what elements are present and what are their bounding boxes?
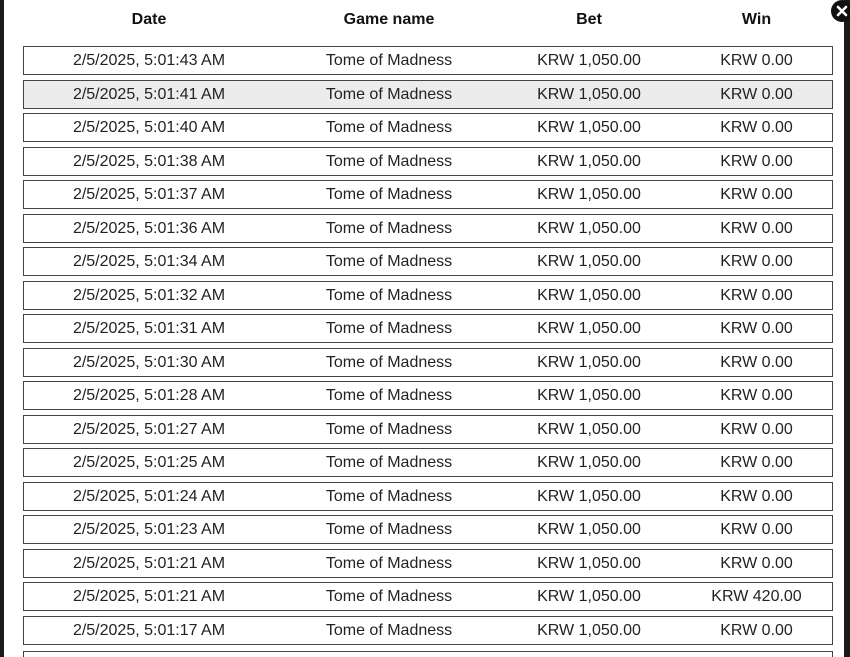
cell-win: KRW 0.00 [720,420,793,438]
table-row[interactable]: 2/5/2025, 5:01:31 AM Tome of Madness KRW 1… [23,314,833,343]
cell-win: KRW 0.00 [720,320,793,337]
cell-bet: KRW 1,050.00 [537,286,641,304]
header-win: Win [741,11,772,28]
cell-bet: KRW 1,050.00 [537,85,641,103]
table-row[interactable]: 2/5/2025, 5:01:41 AM Tome of Madness KRW 1… [23,79,833,109]
cell-win: KRW 420.00 [711,588,802,605]
cell-game-name: Tome of Madness [325,186,453,203]
cell-bet: KRW 1,050.00 [537,353,641,371]
table-row[interactable]: 2/5/2025, 5:01:21 AM Tome of Madness KRW 1… [23,582,833,611]
cell-game-name: Tome of Madness [325,219,453,237]
cell-date: 2/5/2025, 5:01:40 AM [72,119,226,136]
cell-win: KRW 0.00 [720,152,793,170]
cell-game-name: Tome of Madness [325,420,453,438]
cell-game-name: Tome of Madness [325,521,453,538]
cell-bet: KRW 1,050.00 [537,119,641,136]
table-row[interactable]: 2/5/2025, 5:01:17 AM Tome of Madness KRW 1… [23,615,833,645]
cell-date: 2/5/2025, 5:01:31 AM [72,320,226,337]
table-row[interactable]: 2/5/2025, 5:01:30 AM Tome of Madness KRW 1… [23,347,833,377]
cell-date: 2/5/2025, 5:01:43 AM [72,52,226,69]
cell-bet: KRW 1,050.00 [537,52,641,69]
cell-win: KRW 0.00 [720,119,793,136]
cell-bet: KRW 1,050.00 [537,152,641,170]
cell-date: 2/5/2025, 5:01:25 AM [72,454,226,471]
cell-date: 2/5/2025, 5:01:17 AM [72,621,226,639]
cell-date: 2/5/2025, 5:01:41 AM [72,85,226,103]
table-row[interactable]: 2/5/2025, 5:01:21 AM Tome of Madness KRW 1… [23,548,833,578]
cell-game-name: Tome of Madness [325,387,453,404]
cell-bet: KRW 1,050.00 [537,521,641,538]
cell-bet: KRW 1,050.00 [537,554,641,572]
cell-game-name: Tome of Madness [325,353,453,371]
table-row[interactable]: 2/5/2025, 5:01:27 AM Tome of Madness KRW 1… [23,414,833,444]
cell-win: KRW 0.00 [720,521,793,538]
cell-date: 2/5/2025, 5:01:36 AM [72,219,226,237]
header-bet: Bet [576,11,602,28]
table-header: Date Game name Bet Win [24,0,834,40]
cell-bet: KRW 1,050.00 [537,420,641,438]
table-row[interactable]: 2/5/2025, 5:01:38 AM Tome of Madness KRW 1… [23,146,833,176]
cell-win: KRW 0.00 [720,454,793,471]
cell-game-name: Tome of Madness [325,52,453,69]
cell-bet: KRW 1,050.00 [537,621,641,639]
cell-win: KRW 0.00 [720,487,793,505]
table-row[interactable]: 2/5/2025, 5:01:25 AM Tome of Madness KRW 1… [23,448,833,477]
cell-bet: KRW 1,050.00 [537,487,641,505]
cell-bet: KRW 1,050.00 [537,186,641,203]
table-row[interactable]: 2/5/2025, 5:01:28 AM Tome of Madness KRW 1… [23,381,833,410]
cell-win: KRW 0.00 [720,85,793,103]
header-date: Date [131,11,167,28]
cell-bet: KRW 1,050.00 [537,320,641,337]
cell-win: KRW 0.00 [720,52,793,69]
table-row[interactable]: 2/5/2025, 5:01:23 AM Tome of Madness KRW 1… [23,515,833,544]
table-row[interactable]: 2/5/2025, 5:01:34 AM Tome of Madness KRW 1… [23,247,833,276]
header-game-name: Game name [343,11,435,28]
cell-date: 2/5/2025, 5:01:28 AM [72,387,226,404]
cell-date: 2/5/2025, 5:01:34 AM [72,253,226,270]
bet-history-modal: Date Game name Bet Win 2/5/2025, 5:01:43… [4,0,844,657]
cell-bet: KRW 1,050.00 [537,219,641,237]
table-row-partial[interactable] [23,651,833,657]
table-row[interactable]: 2/5/2025, 5:01:24 AM Tome of Madness KRW 1… [23,481,833,511]
cell-game-name: Tome of Madness [325,152,453,170]
cell-win: KRW 0.00 [720,387,793,404]
cell-date: 2/5/2025, 5:01:27 AM [72,420,226,438]
cell-bet: KRW 1,050.00 [537,253,641,270]
cell-game-name: Tome of Madness [325,320,453,337]
cell-bet: KRW 1,050.00 [537,387,641,404]
table-row[interactable]: 2/5/2025, 5:01:32 AM Tome of Madness KRW 1… [23,280,833,310]
cell-date: 2/5/2025, 5:01:37 AM [72,186,226,203]
cell-game-name: Tome of Madness [325,119,453,136]
close-icon [836,5,848,17]
table-row[interactable]: 2/5/2025, 5:01:36 AM Tome of Madness KRW 1… [23,213,833,243]
cell-win: KRW 0.00 [720,621,793,639]
cell-date: 2/5/2025, 5:01:30 AM [72,353,226,371]
cell-date: 2/5/2025, 5:01:24 AM [72,487,226,505]
cell-date: 2/5/2025, 5:01:38 AM [72,152,226,170]
cell-win: KRW 0.00 [720,286,793,304]
cell-bet: KRW 1,050.00 [537,454,641,471]
cell-game-name: Tome of Madness [325,454,453,471]
close-button[interactable] [831,0,850,22]
cell-date: 2/5/2025, 5:01:23 AM [72,521,226,538]
cell-win: KRW 0.00 [720,186,793,203]
cell-win: KRW 0.00 [720,253,793,270]
cell-win: KRW 0.00 [720,353,793,371]
cell-game-name: Tome of Madness [325,621,453,639]
table-row[interactable]: 2/5/2025, 5:01:37 AM Tome of Madness KRW 1… [23,180,833,209]
cell-game-name: Tome of Madness [325,554,453,572]
cell-date: 2/5/2025, 5:01:32 AM [72,286,226,304]
table-row[interactable]: 2/5/2025, 5:01:40 AM Tome of Madness KRW 1… [23,113,833,142]
cell-game-name: Tome of Madness [325,286,453,304]
table-row[interactable]: 2/5/2025, 5:01:43 AM Tome of Madness KRW 1… [23,46,833,75]
cell-game-name: Tome of Madness [325,85,453,103]
cell-date: 2/5/2025, 5:01:21 AM [72,588,226,605]
cell-date: 2/5/2025, 5:01:21 AM [72,554,226,572]
cell-win: KRW 0.00 [720,219,793,237]
cell-game-name: Tome of Madness [325,588,453,605]
cell-bet: KRW 1,050.00 [537,588,641,605]
cell-game-name: Tome of Madness [325,253,453,270]
cell-win: KRW 0.00 [720,554,793,572]
cell-game-name: Tome of Madness [325,487,453,505]
